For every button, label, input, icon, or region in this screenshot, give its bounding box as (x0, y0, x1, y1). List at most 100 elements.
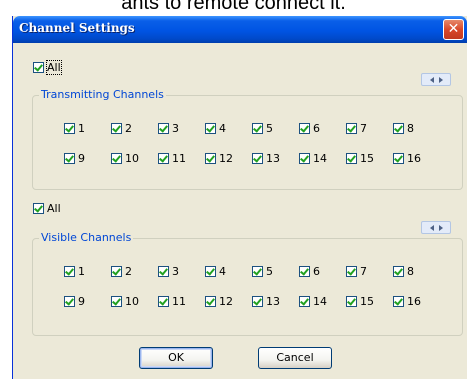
transmitting-channel-13-checkbox[interactable]: 13 (252, 150, 299, 166)
visible-channel-label: 8 (407, 264, 414, 278)
transmitting-channel-label: 10 (125, 151, 139, 165)
checkbox-checked-icon (299, 295, 310, 307)
visible-channel-label: 14 (313, 294, 327, 308)
visible-channel-label: 12 (219, 294, 233, 308)
visible-channel-2-checkbox[interactable]: 2 (111, 263, 158, 279)
visible-channel-12-checkbox[interactable]: 12 (205, 293, 252, 309)
checkbox-checked-icon (111, 295, 122, 307)
transmitting-channel-label: 2 (125, 121, 132, 135)
transmitting-channel-grid: 1 2 3 4 5 6 7 8 9 10 11 12 13 14 15 16 (64, 120, 440, 166)
visible-channel-label: 9 (78, 294, 85, 308)
transmitting-channel-label: 7 (360, 121, 367, 135)
checkbox-checked-icon (158, 295, 169, 307)
transmitting-channel-label: 5 (266, 121, 273, 135)
checkbox-checked-icon (158, 122, 169, 134)
transmitting-channel-9-checkbox[interactable]: 9 (64, 150, 111, 166)
visible-channel-grid: 1 2 3 4 5 6 7 8 9 10 11 12 13 14 15 16 (64, 263, 440, 309)
title-bar[interactable]: Channel Settings ✕ (13, 16, 467, 43)
visible-channel-label: 15 (360, 294, 374, 308)
visible-channel-label: 13 (266, 294, 280, 308)
arrow-right-icon[interactable] (438, 76, 443, 83)
visible-channel-label: 7 (360, 264, 367, 278)
checkbox-checked-icon (299, 265, 310, 277)
checkbox-checked-icon (393, 152, 404, 164)
transmitting-channel-label: 13 (266, 151, 280, 165)
transmitting-channel-6-checkbox[interactable]: 6 (299, 120, 346, 136)
transmitting-channel-12-checkbox[interactable]: 12 (205, 150, 252, 166)
arrow-left-icon[interactable] (429, 76, 434, 83)
transmitting-channel-label: 9 (78, 151, 85, 165)
transmitting-channel-8-checkbox[interactable]: 8 (393, 120, 440, 136)
visible-channel-11-checkbox[interactable]: 11 (158, 293, 205, 309)
close-button[interactable]: ✕ (443, 19, 464, 40)
transmitting-channel-5-checkbox[interactable]: 5 (252, 120, 299, 136)
visible-channel-14-checkbox[interactable]: 14 (299, 293, 346, 309)
checkbox-checked-icon (111, 265, 122, 277)
visible-all-checkbox[interactable]: All (33, 202, 61, 215)
visible-channel-15-checkbox[interactable]: 15 (346, 293, 393, 309)
transmitting-channel-1-checkbox[interactable]: 1 (64, 120, 111, 136)
transmitting-channel-16-checkbox[interactable]: 16 (393, 150, 440, 166)
checkbox-checked-icon (33, 62, 44, 73)
visible-channel-1-checkbox[interactable]: 1 (64, 263, 111, 279)
visible-channel-label: 16 (407, 294, 421, 308)
checkbox-checked-icon (393, 295, 404, 307)
visible-channels-label: Visible Channels (39, 231, 134, 244)
checkbox-checked-icon (205, 122, 216, 134)
checkbox-checked-icon (64, 265, 75, 277)
checkbox-checked-icon (346, 122, 357, 134)
visible-channel-label: 5 (266, 264, 273, 278)
visible-channel-label: 11 (172, 294, 186, 308)
checkbox-checked-icon (252, 122, 263, 134)
checkbox-checked-icon (252, 265, 263, 277)
transmitting-channel-label: 4 (219, 121, 226, 135)
transmitting-channel-label: 16 (407, 151, 421, 165)
visible-channel-16-checkbox[interactable]: 16 (393, 293, 440, 309)
checkbox-checked-icon (252, 152, 263, 164)
close-icon: ✕ (447, 21, 460, 37)
checkbox-checked-icon (205, 295, 216, 307)
visible-channel-3-checkbox[interactable]: 3 (158, 263, 205, 279)
visible-channel-label: 3 (172, 264, 179, 278)
visible-channel-9-checkbox[interactable]: 9 (64, 293, 111, 309)
transmitting-channel-14-checkbox[interactable]: 14 (299, 150, 346, 166)
arrow-right-icon[interactable] (438, 224, 443, 231)
transmitting-channel-15-checkbox[interactable]: 15 (346, 150, 393, 166)
transmitting-all-label: All (46, 60, 62, 75)
visible-channel-6-checkbox[interactable]: 6 (299, 263, 346, 279)
checkbox-checked-icon (111, 152, 122, 164)
checkbox-checked-icon (33, 203, 44, 214)
transmitting-channel-7-checkbox[interactable]: 7 (346, 120, 393, 136)
visible-channels-group: Visible Channels 1 2 3 4 5 6 7 8 9 10 11 12 13 14 15 16 (32, 231, 463, 336)
checkbox-checked-icon (205, 265, 216, 277)
checkbox-checked-icon (393, 122, 404, 134)
checkbox-checked-icon (299, 152, 310, 164)
checkbox-checked-icon (299, 122, 310, 134)
visible-channel-5-checkbox[interactable]: 5 (252, 263, 299, 279)
visible-scroll-spinner[interactable] (421, 221, 451, 234)
transmitting-channel-3-checkbox[interactable]: 3 (158, 120, 205, 136)
visible-channel-label: 2 (125, 264, 132, 278)
checkbox-checked-icon (252, 295, 263, 307)
transmitting-channel-11-checkbox[interactable]: 11 (158, 150, 205, 166)
visible-channel-13-checkbox[interactable]: 13 (252, 293, 299, 309)
arrow-left-icon[interactable] (429, 224, 434, 231)
transmitting-channel-4-checkbox[interactable]: 4 (205, 120, 252, 136)
transmitting-channel-2-checkbox[interactable]: 2 (111, 120, 158, 136)
transmitting-channel-label: 12 (219, 151, 233, 165)
checkbox-checked-icon (346, 295, 357, 307)
transmitting-all-checkbox[interactable]: All (33, 60, 62, 75)
visible-channel-label: 1 (78, 264, 85, 278)
ok-button[interactable]: OK (139, 347, 213, 369)
transmitting-scroll-spinner[interactable] (421, 73, 451, 86)
checkbox-checked-icon (158, 152, 169, 164)
visible-channel-4-checkbox[interactable]: 4 (205, 263, 252, 279)
visible-channel-7-checkbox[interactable]: 7 (346, 263, 393, 279)
transmitting-channel-10-checkbox[interactable]: 10 (111, 150, 158, 166)
transmitting-channel-label: 6 (313, 121, 320, 135)
transmitting-channels-label: Transmitting Channels (39, 88, 166, 101)
visible-channel-10-checkbox[interactable]: 10 (111, 293, 158, 309)
visible-channel-8-checkbox[interactable]: 8 (393, 263, 440, 279)
cancel-button[interactable]: Cancel (258, 347, 332, 369)
checkbox-checked-icon (64, 122, 75, 134)
